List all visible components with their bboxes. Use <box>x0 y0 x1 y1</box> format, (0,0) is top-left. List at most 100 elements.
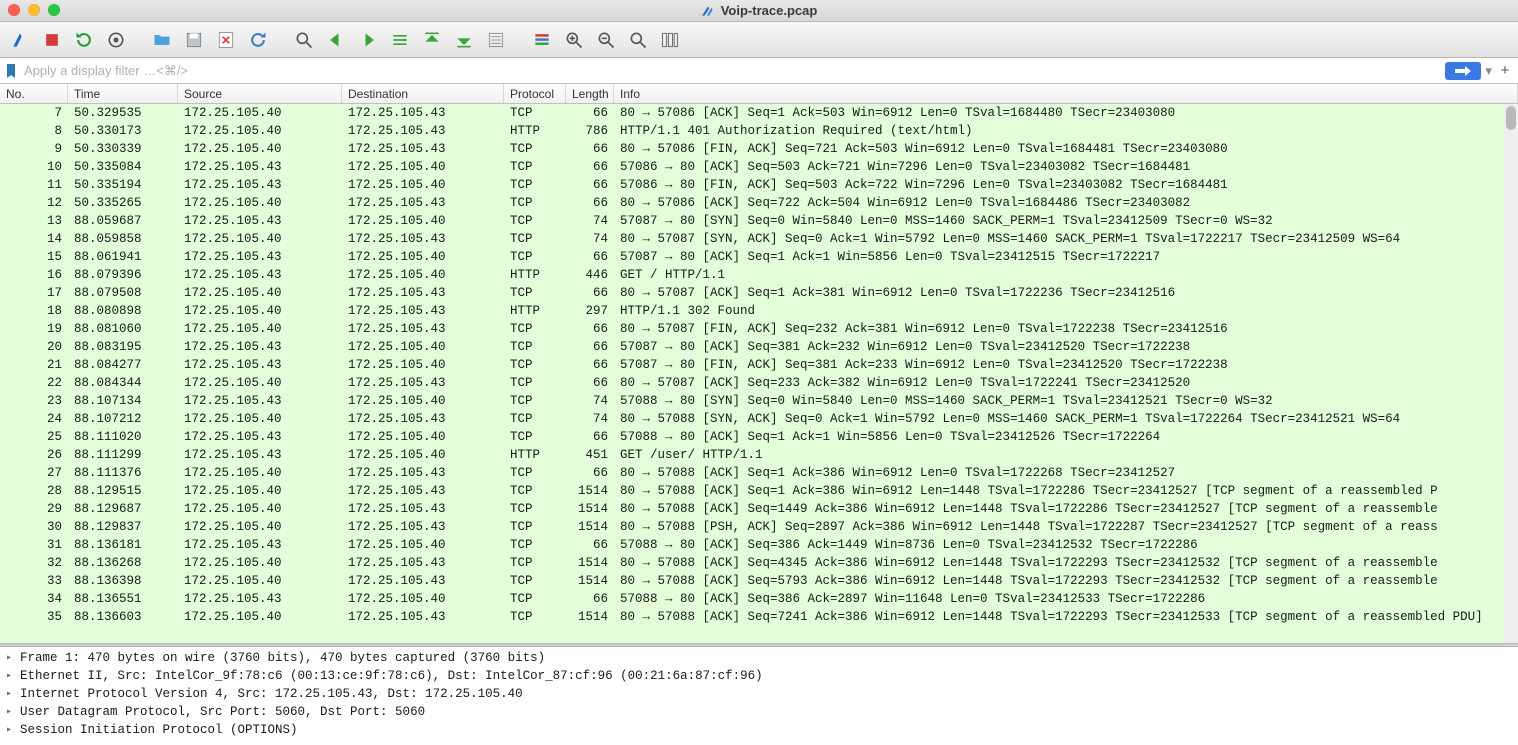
zoom-out-button[interactable] <box>624 26 652 54</box>
packet-row[interactable]: 1788.079508172.25.105.40172.25.105.43TCP… <box>0 284 1518 302</box>
auto-scroll-button[interactable] <box>482 26 510 54</box>
tree-node[interactable]: ▸Ethernet II, Src: IntelCor_9f:78:c6 (00… <box>0 667 1518 685</box>
filter-dropdown-icon[interactable]: ▾ <box>1483 63 1494 79</box>
packet-row[interactable]: 2188.084277172.25.105.43172.25.105.40TCP… <box>0 356 1518 374</box>
open-file-button[interactable] <box>148 26 176 54</box>
save-file-button[interactable] <box>180 26 208 54</box>
packet-row[interactable]: 1988.081060172.25.105.40172.25.105.43TCP… <box>0 320 1518 338</box>
cell-len: 66 <box>566 374 614 392</box>
packet-row[interactable]: 3588.136603172.25.105.40172.25.105.43TCP… <box>0 608 1518 626</box>
cell-dest: 172.25.105.43 <box>342 554 504 572</box>
go-to-packet-button[interactable] <box>386 26 414 54</box>
cell-proto: TCP <box>504 554 566 572</box>
packet-row[interactable]: 1488.059858172.25.105.40172.25.105.43TCP… <box>0 230 1518 248</box>
cell-info: 80 → 57088 [SYN, ACK] Seq=0 Ack=1 Win=57… <box>614 410 1518 428</box>
close-window-button[interactable] <box>8 4 20 16</box>
tree-node[interactable]: ▸User Datagram Protocol, Src Port: 5060,… <box>0 703 1518 721</box>
expand-icon[interactable]: ▸ <box>6 670 16 682</box>
packet-row[interactable]: 1588.061941172.25.105.43172.25.105.40TCP… <box>0 248 1518 266</box>
start-capture-button[interactable] <box>6 26 34 54</box>
expand-icon[interactable]: ▸ <box>6 706 16 718</box>
bookmark-icon[interactable] <box>4 64 18 78</box>
packet-list[interactable]: 750.329535172.25.105.40172.25.105.43TCP6… <box>0 104 1518 643</box>
packet-row[interactable]: 1888.080898172.25.105.40172.25.105.43HTT… <box>0 302 1518 320</box>
packet-row[interactable]: 3488.136551172.25.105.43172.25.105.40TCP… <box>0 590 1518 608</box>
close-file-button[interactable] <box>212 26 240 54</box>
reload-file-button[interactable] <box>244 26 272 54</box>
tree-node[interactable]: ▸Session Initiation Protocol (OPTIONS) <box>0 721 1518 739</box>
cell-info: GET / HTTP/1.1 <box>614 266 1518 284</box>
go-back-button[interactable] <box>322 26 350 54</box>
display-filter-input[interactable] <box>20 61 1443 80</box>
go-forward-button[interactable] <box>354 26 382 54</box>
go-last-button[interactable] <box>450 26 478 54</box>
reload-icon <box>248 30 268 50</box>
header-no[interactable]: No. <box>0 84 68 103</box>
packet-row[interactable]: 3288.136268172.25.105.40172.25.105.43TCP… <box>0 554 1518 572</box>
packet-row[interactable]: 2788.111376172.25.105.40172.25.105.43TCP… <box>0 464 1518 482</box>
tree-node[interactable]: ▸Internet Protocol Version 4, Src: 172.2… <box>0 685 1518 703</box>
cell-len: 66 <box>566 338 614 356</box>
apply-filter-button[interactable] <box>1445 62 1481 80</box>
cell-source: 172.25.105.43 <box>178 266 342 284</box>
minimize-window-button[interactable] <box>28 4 40 16</box>
cell-time: 88.136181 <box>68 536 178 554</box>
header-dest[interactable]: Destination <box>342 84 504 103</box>
header-info[interactable]: Info <box>614 84 1518 103</box>
capture-options-button[interactable] <box>102 26 130 54</box>
packet-row[interactable]: 1688.079396172.25.105.43172.25.105.40HTT… <box>0 266 1518 284</box>
go-first-button[interactable] <box>418 26 446 54</box>
header-source[interactable]: Source <box>178 84 342 103</box>
packet-details-pane[interactable]: ▸Frame 1: 470 bytes on wire (3760 bits),… <box>0 647 1518 745</box>
scrollbar[interactable] <box>1504 104 1518 643</box>
packet-row[interactable]: 2288.084344172.25.105.40172.25.105.43TCP… <box>0 374 1518 392</box>
cell-time: 50.329535 <box>68 104 178 122</box>
restart-capture-button[interactable] <box>70 26 98 54</box>
packet-row[interactable]: 1150.335194172.25.105.43172.25.105.40TCP… <box>0 176 1518 194</box>
cell-len: 66 <box>566 284 614 302</box>
packet-row[interactable]: 2088.083195172.25.105.43172.25.105.40TCP… <box>0 338 1518 356</box>
scrollbar-thumb[interactable] <box>1506 106 1516 130</box>
header-length[interactable]: Length <box>566 84 614 103</box>
find-packet-button[interactable] <box>290 26 318 54</box>
packet-row[interactable]: 1388.059687172.25.105.43172.25.105.40TCP… <box>0 212 1518 230</box>
window-title: Voip-trace.pcap <box>0 3 1518 18</box>
cell-info: 80 → 57086 [ACK] Seq=1 Ack=503 Win=6912 … <box>614 104 1518 122</box>
cell-info: 57087 → 80 [FIN, ACK] Seq=381 Ack=233 Wi… <box>614 356 1518 374</box>
expand-icon[interactable]: ▸ <box>6 688 16 700</box>
packet-row[interactable]: 750.329535172.25.105.40172.25.105.43TCP6… <box>0 104 1518 122</box>
cell-no: 29 <box>0 500 68 518</box>
colorize-button[interactable] <box>528 26 556 54</box>
packet-row[interactable]: 2688.111299172.25.105.43172.25.105.40HTT… <box>0 446 1518 464</box>
packet-row[interactable]: 3088.129837172.25.105.40172.25.105.43TCP… <box>0 518 1518 536</box>
packet-row[interactable]: 2588.111020172.25.105.43172.25.105.40TCP… <box>0 428 1518 446</box>
cell-source: 172.25.105.40 <box>178 302 342 320</box>
packet-row[interactable]: 950.330339172.25.105.40172.25.105.43TCP6… <box>0 140 1518 158</box>
zoom-reset-button[interactable] <box>592 26 620 54</box>
cell-source: 172.25.105.43 <box>178 158 342 176</box>
packet-row[interactable]: 1050.335084172.25.105.43172.25.105.40TCP… <box>0 158 1518 176</box>
packet-row[interactable]: 1250.335265172.25.105.40172.25.105.43TCP… <box>0 194 1518 212</box>
expand-icon[interactable]: ▸ <box>6 724 16 736</box>
zoom-window-button[interactable] <box>48 4 60 16</box>
packet-row[interactable]: 2888.129515172.25.105.40172.25.105.43TCP… <box>0 482 1518 500</box>
packet-row[interactable]: 850.330173172.25.105.40172.25.105.43HTTP… <box>0 122 1518 140</box>
add-filter-button[interactable]: + <box>1496 62 1514 79</box>
zoom-in-button[interactable] <box>560 26 588 54</box>
stop-capture-button[interactable] <box>38 26 66 54</box>
header-protocol[interactable]: Protocol <box>504 84 566 103</box>
header-time[interactable]: Time <box>68 84 178 103</box>
packet-row[interactable]: 3388.136398172.25.105.40172.25.105.43TCP… <box>0 572 1518 590</box>
packet-row[interactable]: 2988.129687172.25.105.40172.25.105.43TCP… <box>0 500 1518 518</box>
cell-no: 8 <box>0 122 68 140</box>
resize-columns-button[interactable] <box>656 26 684 54</box>
cell-source: 172.25.105.43 <box>178 338 342 356</box>
tree-node[interactable]: ▸Frame 1: 470 bytes on wire (3760 bits),… <box>0 649 1518 667</box>
expand-icon[interactable]: ▸ <box>6 652 16 664</box>
cell-time: 88.083195 <box>68 338 178 356</box>
cell-dest: 172.25.105.43 <box>342 608 504 626</box>
packet-row[interactable]: 3188.136181172.25.105.43172.25.105.40TCP… <box>0 536 1518 554</box>
packet-row[interactable]: 2388.107134172.25.105.43172.25.105.40TCP… <box>0 392 1518 410</box>
cell-proto: TCP <box>504 518 566 536</box>
packet-row[interactable]: 2488.107212172.25.105.40172.25.105.43TCP… <box>0 410 1518 428</box>
